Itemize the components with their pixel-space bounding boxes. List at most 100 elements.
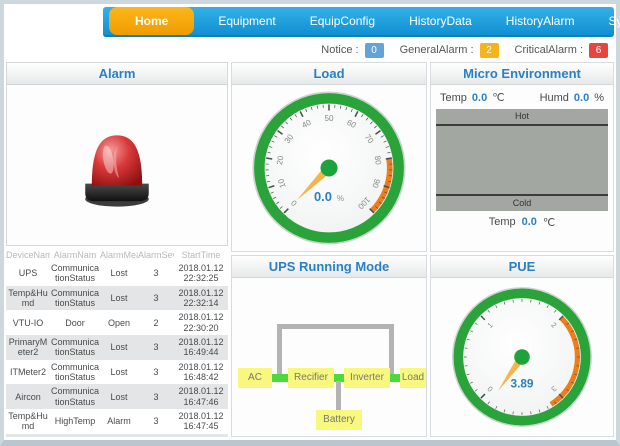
table-cell: Alarm [100,409,138,434]
tab-historyalarm[interactable]: HistoryAlarm [496,7,585,35]
table-cell: 3 [138,286,174,311]
table-cell: 2018.01.12 22:32:14 [174,286,228,311]
micro-environment-body: Temp 0.0 ℃ Humd 0.0 % Hot Cold Temp [431,85,613,232]
table-cell: Alarm [100,434,138,437]
power-connector [390,374,400,382]
humd-unit: % [594,92,604,104]
notice-label: Notice : [321,44,358,56]
table-cell: HighTemp [50,409,100,434]
alarm-beacon-box [6,85,228,246]
table-cell: 3 [138,335,174,360]
table-cell: 2018.01.12 22:30:20 [174,310,228,335]
table-row[interactable]: VTU-IODoorOpen22018.01.12 22:30:20 [6,310,228,335]
pue-gauge-body: 01233.89 [431,278,613,435]
load-gauge: 01020304050607080901000.0% [248,87,410,249]
ups-running-mode-panel: UPS Running Mode ACRecifierInverterLoadB… [231,255,427,437]
load-panel: Load 01020304050607080901000.0% [231,62,427,252]
ups-node-inverter: Inverter [344,368,390,388]
table-cell: Door [50,310,100,335]
table-cell: Lost [100,286,138,311]
table-row[interactable]: PrimaryMeter2CommunicationStatusLost3201… [6,335,228,360]
table-cell: Aircon [6,384,50,409]
table-row[interactable]: ITMeter2CommunicationStatusLost32018.01.… [6,360,228,385]
alarm-table-body: UPSCommunicationStatusLost32018.01.12 22… [6,261,228,437]
svg-text:3.89: 3.89 [510,376,533,390]
table-cell: CommunicationStatus [50,261,100,286]
tab-system[interactable]: System [598,7,620,35]
table-cell: ITMeter2 [6,360,50,385]
table-row[interactable]: Temp&HumdHighHumdAlarm22018.01.12 16:47:… [6,434,228,437]
alarm-status-bar: Notice : 0 GeneralAlarm : 2 CriticalAlar… [4,40,608,60]
table-cell: PrimaryMeter2 [6,335,50,360]
table-row[interactable]: Temp&HumdHighTempAlarm32018.01.12 16:47:… [6,409,228,434]
aisle-duct-diagram: Hot Cold [436,109,608,211]
cold-aisle-label: Cold [436,196,608,211]
alarm-column-header: AlarmNam [50,248,100,261]
bottom-temp-unit: ℃ [543,216,555,229]
table-cell: Temp&Humd [6,286,50,311]
tab-equipment[interactable]: Equipment [208,7,285,35]
table-cell: CommunicationStatus [50,384,100,409]
humd-label: Humd [540,92,569,104]
top-temp-unit: ℃ [492,91,504,104]
tab-home[interactable]: Home [109,7,194,35]
alarm-column-header: AlarmMea [100,248,138,261]
table-cell: Temp&Humd [6,409,50,434]
table-cell: 2 [138,434,174,437]
table-row[interactable]: Temp&HumdCommunicationStatusLost32018.01… [6,286,228,311]
alarm-beacon-icon [71,119,163,211]
alarm-panel: Alarm [6,62,228,437]
table-cell: 2018.01.12 16:47:46 [174,434,228,437]
battery-line [336,381,341,410]
table-cell: HighHumd [50,434,100,437]
table-cell: 2018.01.12 16:47:46 [174,384,228,409]
top-temp-label: Temp [440,92,467,104]
pue-panel: PUE 01233.89 [430,255,614,437]
table-cell: Lost [100,335,138,360]
table-cell: 2018.01.12 16:48:42 [174,360,228,385]
general-alarm-label: GeneralAlarm : [400,44,474,56]
micro-environment-panel: Micro Environment Temp 0.0 ℃ Humd 0.0 % … [430,62,614,252]
table-cell: Lost [100,360,138,385]
bottom-temp-value: 0.0 [522,216,537,229]
bypass-line-right [389,324,394,374]
bottom-temp-label: Temp [489,216,516,229]
hot-aisle-label: Hot [436,109,608,124]
table-cell: Lost [100,261,138,286]
alarm-table-head: DeviceNamAlarmNamAlarmMeaAlarmSeveStartT… [6,248,228,261]
tab-equipconfig[interactable]: EquipConfig [300,7,385,35]
table-row[interactable]: AirconCommunicationStatusLost32018.01.12… [6,384,228,409]
table-cell: Open [100,310,138,335]
table-cell: 2 [138,310,174,335]
ups-node-recifier: Recifier [288,368,334,388]
table-cell: 2018.01.12 22:32:25 [174,261,228,286]
table-cell: 3 [138,384,174,409]
pue-gauge: 01233.89 [448,283,596,431]
table-cell: CommunicationStatus [50,360,100,385]
humd-value: 0.0 [574,92,589,104]
table-cell: 3 [138,360,174,385]
ups-node-load: Load [400,368,426,388]
micro-top-readings: Temp 0.0 ℃ Humd 0.0 % [436,88,608,109]
aisle-middle-area [436,126,608,194]
alarm-panel-title: Alarm [6,62,228,85]
table-cell: Temp&Humd [6,434,50,437]
micro-bottom-reading: Temp 0.0 ℃ [436,211,608,229]
table-cell: 2018.01.12 16:49:44 [174,335,228,360]
table-cell: 2018.01.12 16:47:45 [174,409,228,434]
ups-running-mode-title: UPS Running Mode [232,256,426,278]
table-cell: CommunicationStatus [50,286,100,311]
table-row[interactable]: UPSCommunicationStatusLost32018.01.12 22… [6,261,228,286]
dashboard-grid: Alarm [4,62,616,437]
critical-alarm-label: CriticalAlarm : [515,44,583,56]
tab-historydata[interactable]: HistoryData [399,7,482,35]
table-cell: VTU-IO [6,310,50,335]
notice-count-badge: 0 [365,43,384,58]
table-cell: 3 [138,261,174,286]
table-cell: UPS [6,261,50,286]
ups-node-ac: AC [238,368,272,388]
load-panel-title: Load [232,63,426,85]
alarm-column-header: DeviceNam [6,248,50,261]
nav-tabs: Home Equipment EquipConfig HistoryData Histo… [109,7,608,35]
top-navbar: Home Equipment EquipConfig HistoryData Histo… [103,7,614,37]
